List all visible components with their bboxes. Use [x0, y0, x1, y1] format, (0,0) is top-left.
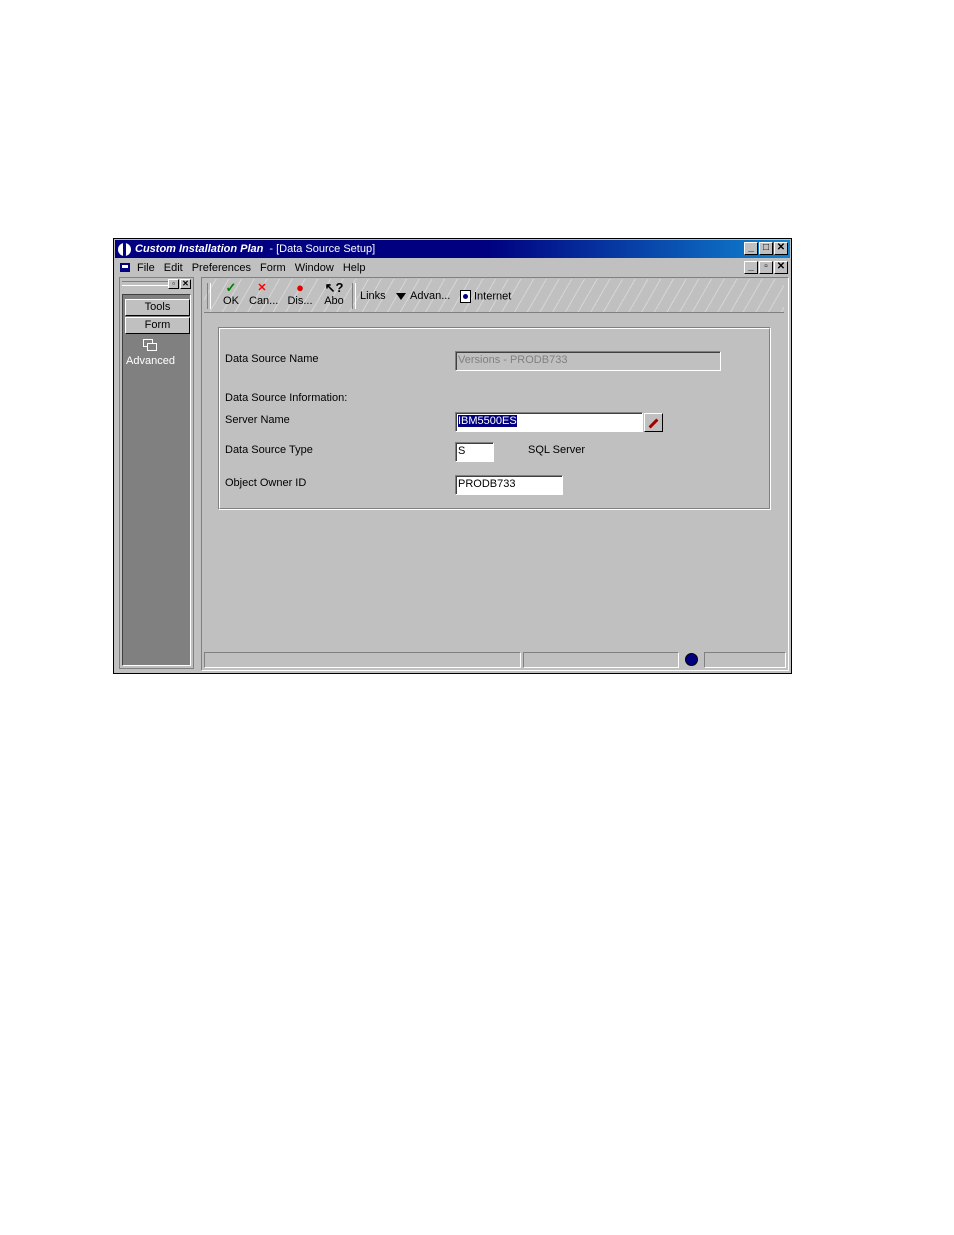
menu-file[interactable]: File: [137, 262, 155, 274]
status-bar: [204, 652, 786, 668]
checkmark-icon: ✓: [225, 280, 237, 295]
app-menu-icon[interactable]: [118, 261, 134, 275]
exit-bar: Tools Form Advanced: [122, 294, 191, 666]
status-panel-3: [704, 652, 786, 668]
advanced-menu-label: Advan...: [410, 290, 451, 302]
form-pane: ✓ OK ✕ Can... ● Dis... ↖? Abo Links Adva…: [201, 277, 789, 671]
child-close-button[interactable]: ✕: [774, 261, 788, 274]
visual-assist-button[interactable]: [644, 413, 663, 432]
cancel-button[interactable]: ✕ Can...: [249, 281, 279, 307]
internet-button[interactable]: Internet: [460, 290, 511, 303]
internet-label: Internet: [474, 290, 512, 303]
about-label: Abo: [324, 295, 344, 307]
display-button[interactable]: ● Dis...: [287, 280, 313, 308]
server-name-label: Server Name: [225, 414, 290, 426]
menu-bar: File Edit Preferences Form Window Help _…: [115, 259, 790, 276]
internet-icon: [460, 290, 471, 303]
object-owner-id-input[interactable]: PRODB733: [455, 475, 563, 495]
cancel-label: Can...: [249, 295, 279, 307]
data-source-name-field: Versions - PRODB733: [455, 351, 721, 371]
pane-float-button[interactable]: ▫: [168, 279, 179, 289]
links-button[interactable]: Links: [360, 290, 386, 302]
form-button[interactable]: Form: [125, 317, 190, 334]
menu-window[interactable]: Window: [295, 262, 334, 274]
display-icon: ●: [296, 280, 304, 295]
globe-status-icon: [685, 653, 698, 666]
child-minimize-button[interactable]: _: [744, 261, 758, 274]
app-title: Custom Installation Plan: [135, 243, 264, 255]
status-panel-1: [204, 652, 521, 668]
advanced-icon[interactable]: [143, 339, 157, 351]
tools-button[interactable]: Tools: [125, 299, 190, 316]
globe-icon: [118, 242, 131, 256]
menu-help[interactable]: Help: [343, 262, 366, 274]
advanced-label[interactable]: Advanced: [123, 355, 178, 367]
about-button[interactable]: ↖? Abo: [321, 280, 347, 308]
toolbar-separator: [352, 283, 356, 309]
status-panel-2: [523, 652, 679, 668]
pane-close-button[interactable]: ✕: [180, 279, 191, 289]
menu-preferences[interactable]: Preferences: [192, 262, 251, 274]
object-owner-id-label: Object Owner ID: [225, 477, 307, 489]
child-restore-button[interactable]: ▫: [759, 261, 773, 274]
maximize-button[interactable]: □: [759, 242, 773, 255]
data-source-type-label: Data Source Type: [225, 444, 313, 456]
document-title: - [Data Source Setup]: [269, 243, 376, 255]
menu-form[interactable]: Form: [260, 262, 286, 274]
data-source-type-description: SQL Server: [528, 444, 586, 456]
data-source-information-heading: Data Source Information:: [225, 392, 350, 404]
server-name-input[interactable]: IBM5500ES: [455, 412, 643, 432]
menu-edit[interactable]: Edit: [164, 262, 183, 274]
data-source-name-label: Data Source Name: [225, 353, 319, 365]
dropdown-arrow-icon: [396, 292, 406, 300]
data-source-type-input[interactable]: S: [455, 442, 494, 462]
toolbar-separator: [207, 283, 211, 309]
help-pointer-icon: ↖?: [324, 280, 344, 295]
minimize-button[interactable]: _: [744, 242, 758, 255]
application-window: Custom Installation Plan - [Data Source …: [113, 238, 792, 674]
title-bar[interactable]: Custom Installation Plan - [Data Source …: [115, 240, 790, 258]
ok-button[interactable]: ✓ OK: [218, 280, 244, 308]
display-label: Dis...: [287, 295, 313, 307]
server-name-value: IBM5500ES: [458, 415, 517, 427]
exit-bar-pane: ▫ ✕ Tools Form Advanced: [119, 277, 194, 669]
pane-grip[interactable]: [122, 281, 169, 286]
form-toolbar: ✓ OK ✕ Can... ● Dis... ↖? Abo Links Adva…: [204, 279, 784, 313]
cancel-x-icon: ✕: [257, 282, 267, 294]
ok-label: OK: [223, 295, 239, 307]
advanced-menu-button[interactable]: Advan...: [396, 290, 450, 302]
close-button[interactable]: ✕: [774, 242, 788, 255]
